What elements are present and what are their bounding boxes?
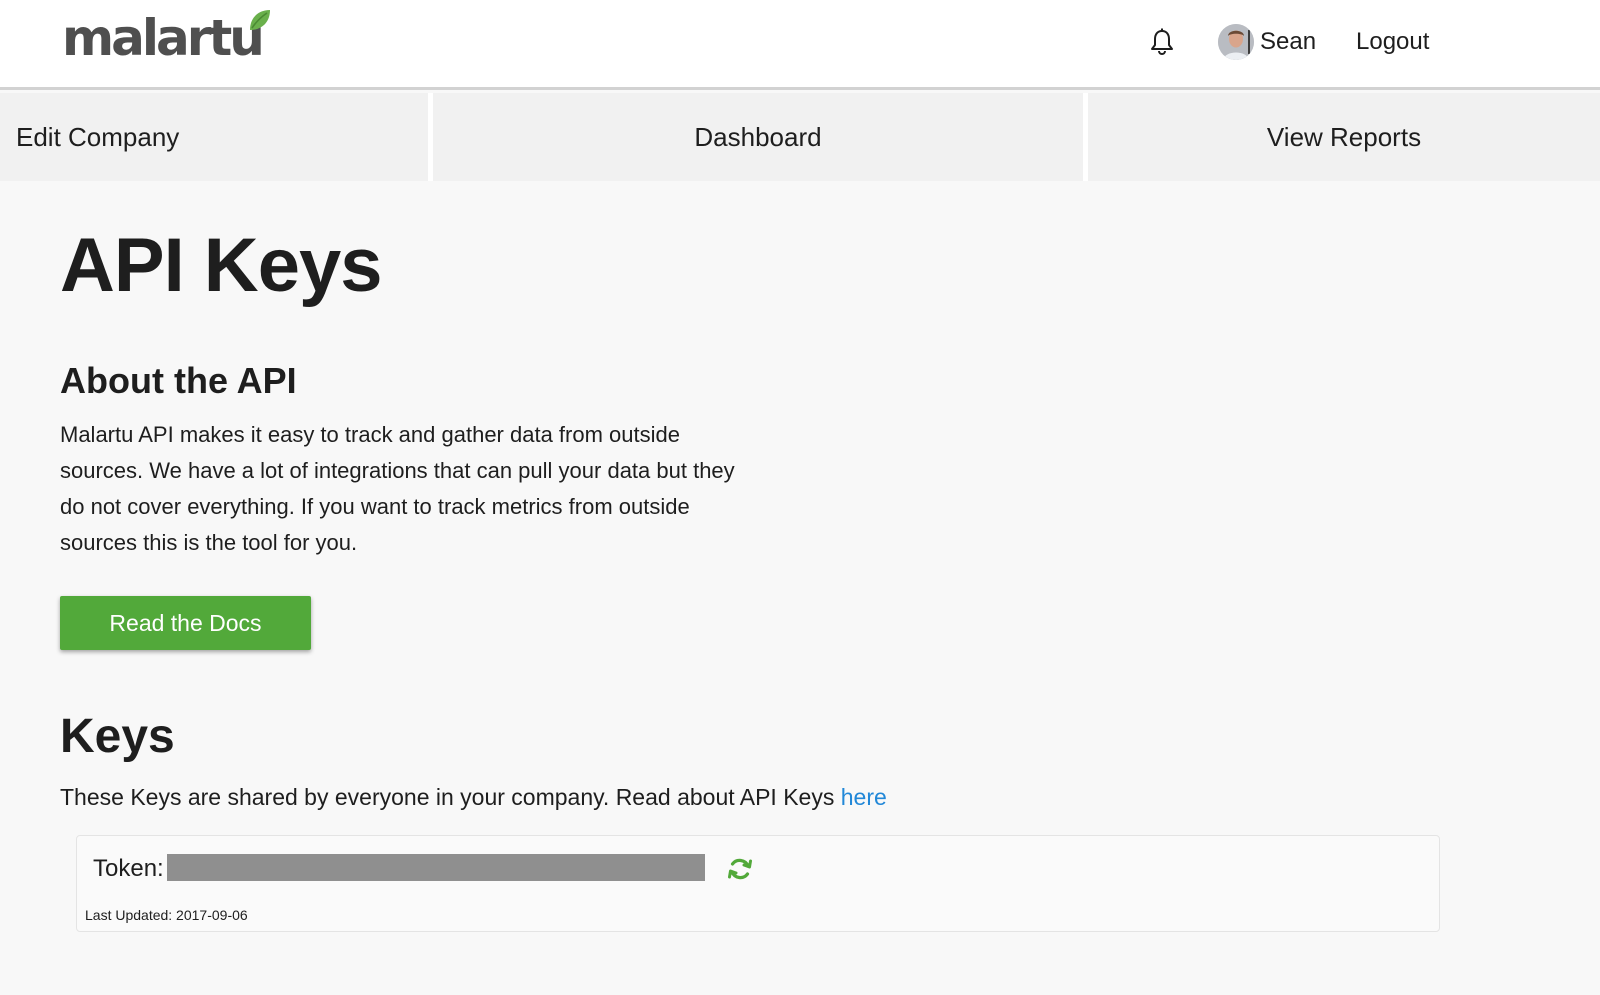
refresh-icon[interactable] — [727, 856, 753, 882]
read-docs-button[interactable]: Read the Docs — [60, 596, 311, 650]
user-menu[interactable]: Sean — [1218, 24, 1316, 60]
bell-icon[interactable] — [1148, 27, 1176, 57]
logout-link[interactable]: Logout — [1356, 28, 1429, 56]
top-bar: malartu Sean Logout — [0, 0, 1600, 90]
keys-heading: Keys — [60, 710, 175, 763]
last-updated: Last Updated: 2017-09-06 — [85, 907, 248, 923]
token-value-redacted[interactable] — [167, 854, 705, 881]
malartu-logo[interactable]: malartu — [62, 9, 270, 67]
main-nav: Edit Company Dashboard View Reports — [0, 93, 1600, 181]
token-card: Token: Last Updated: 2017-09-06 — [76, 835, 1440, 932]
token-label: Token: — [93, 855, 164, 882]
nav-item-edit-company[interactable]: Edit Company — [0, 93, 428, 181]
leaf-icon — [249, 10, 270, 30]
keys-description: These Keys are shared by everyone in you… — [60, 781, 887, 813]
page-title: API Keys — [60, 223, 382, 308]
nav-item-dashboard[interactable]: Dashboard — [433, 93, 1083, 181]
about-heading: About the API — [60, 360, 297, 401]
avatar — [1218, 24, 1254, 60]
user-name: Sean — [1260, 28, 1317, 55]
api-keys-help-link[interactable]: here — [841, 784, 887, 810]
logo-text: malartu — [62, 9, 265, 67]
nav-item-view-reports[interactable]: View Reports — [1088, 93, 1600, 181]
about-description: Malartu API makes it easy to track and g… — [60, 422, 735, 555]
keys-description-text: These Keys are shared by everyone in you… — [60, 784, 841, 810]
